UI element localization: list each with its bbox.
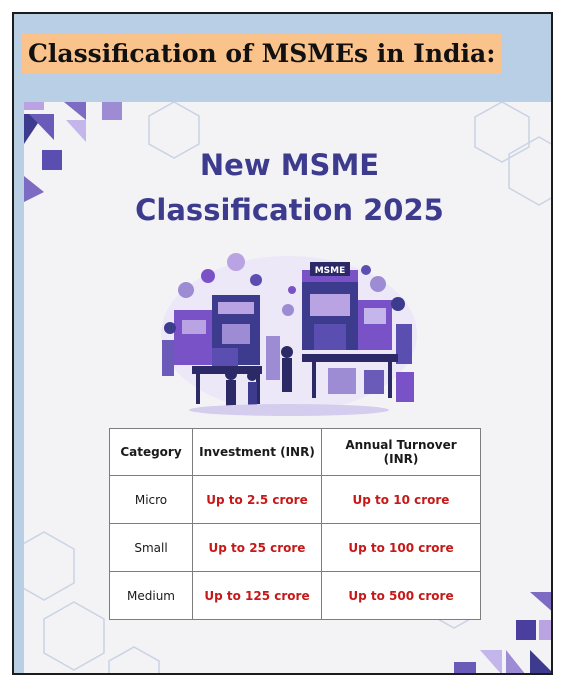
row-category: Medium	[109, 571, 193, 620]
row-category: Micro	[109, 475, 193, 524]
content-frame: Classification of MSMEs in India: New MS…	[12, 12, 553, 675]
msme-classification-table: Category Investment (INR) Annual Turnove…	[109, 428, 481, 620]
table-row: Micro Up to 2.5 crore Up to 10 crore	[109, 475, 481, 524]
row-category: Small	[109, 523, 193, 572]
header-investment: Investment (INR)	[192, 428, 322, 476]
header-category: Category	[109, 428, 193, 476]
poster-title-line2: Classification 2025	[135, 193, 444, 227]
poster-title-line1: New MSME	[199, 148, 380, 182]
row-turnover: Up to 10 crore	[321, 475, 481, 524]
table-row: Medium Up to 125 crore Up to 500 crore	[109, 571, 481, 620]
row-investment: Up to 25 crore	[192, 523, 322, 572]
row-investment: Up to 125 crore	[192, 571, 322, 620]
header-turnover: Annual Turnover (INR)	[321, 428, 481, 476]
table-row: Small Up to 25 crore Up to 100 crore	[109, 523, 481, 572]
row-turnover: Up to 100 crore	[321, 523, 481, 572]
shop-sign-text: MSME	[315, 266, 346, 276]
row-investment: Up to 2.5 crore	[192, 475, 322, 524]
table-header-row: Category Investment (INR) Annual Turnove…	[109, 428, 481, 476]
page-heading: Classification of MSMEs in India:	[22, 34, 502, 74]
business-illustration: MSME	[161, 253, 417, 416]
row-turnover: Up to 500 crore	[321, 571, 481, 620]
msme-poster: New MSME Classification 2025 MSME Catego…	[24, 102, 551, 673]
